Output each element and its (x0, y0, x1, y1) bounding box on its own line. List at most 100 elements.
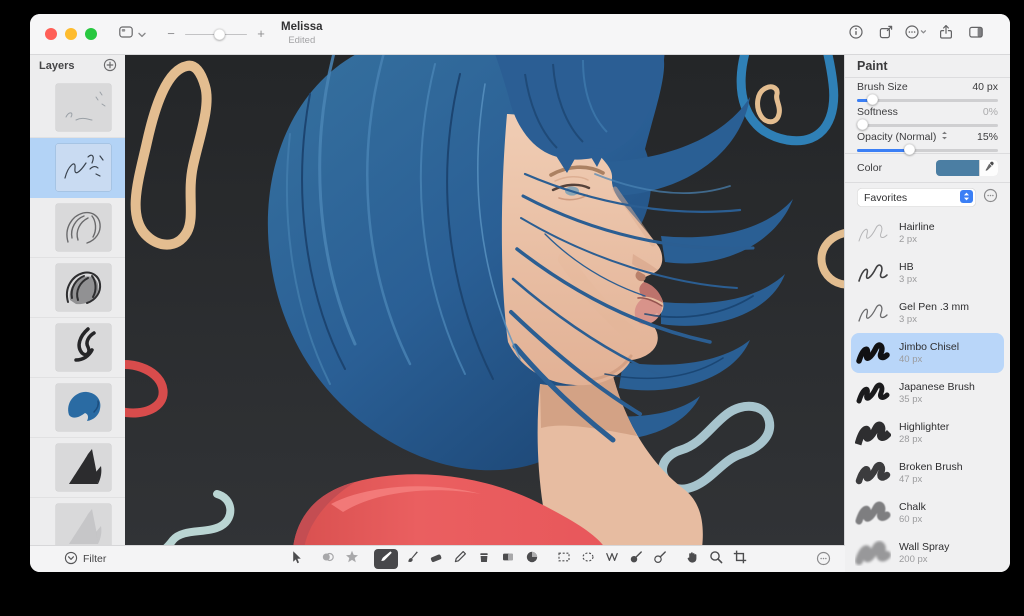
blend-mode-stepper-icon[interactable] (939, 131, 948, 143)
layer-row-5-stroke-swirl[interactable] (30, 318, 125, 378)
slider-track (857, 123, 998, 127)
pencil-tool-button[interactable] (450, 549, 470, 569)
brush-item-gel-pen-3-mm[interactable]: Gel Pen .3 mm 3 px (851, 293, 1004, 333)
control-label: Opacity (Normal) (857, 131, 948, 143)
brush-name: Gel Pen .3 mm (899, 300, 970, 313)
pencil-icon (452, 549, 468, 570)
sidebar-toggle-button[interactable] (967, 26, 984, 43)
more-options-button[interactable] (904, 24, 926, 43)
hand-icon (684, 549, 700, 570)
tool-strip (286, 546, 750, 572)
adjust-icon (320, 549, 336, 570)
select-stepper-icon (960, 189, 973, 206)
add-layer-button[interactable] (103, 58, 117, 75)
brush-list: Hairline 2 px HB 3 px Gel Pen .3 mm 3 px Jimbo… (845, 213, 1010, 572)
zoom-tool-button[interactable] (706, 549, 726, 569)
slider-knob[interactable] (867, 94, 878, 105)
hand-tool-button[interactable] (682, 549, 702, 569)
zoom-slider[interactable] (185, 28, 247, 41)
control-value: 40 px (972, 80, 998, 93)
brush-name: Chalk (899, 500, 926, 513)
fill-icon (476, 549, 492, 570)
brush-text: Wall Spray 200 px (899, 541, 949, 566)
eyedropper-button[interactable] (979, 160, 998, 176)
layer-row-1-sketch-faint[interactable] (30, 78, 125, 138)
close-window-button[interactable] (45, 28, 57, 40)
zoom-slider-knob[interactable] (214, 28, 225, 40)
brush-stroke-preview (855, 538, 891, 568)
brush-options-button[interactable] (982, 188, 998, 206)
fill-tool-button[interactable] (474, 549, 494, 569)
brush-item-broken-brush[interactable]: Broken Brush 47 px (851, 453, 1004, 493)
zoom-control: − + (166, 27, 266, 41)
zoom-in-button[interactable]: + (256, 27, 266, 40)
brush-item-japanese-brush[interactable]: Japanese Brush 35 px (851, 373, 1004, 413)
paint-tool-button[interactable] (374, 549, 398, 569)
select-lasso-icon (604, 549, 620, 570)
layer-row-3-hair-line-art[interactable] (30, 198, 125, 258)
select-ellipse-icon (580, 549, 596, 570)
share-button[interactable] (937, 24, 954, 43)
eraser-icon (428, 549, 444, 570)
fullscreen-window-button[interactable] (85, 28, 97, 40)
opacity-normal-slider[interactable] (857, 144, 998, 155)
layer-row-8-shape-light[interactable] (30, 498, 125, 546)
brush-text: Hairline 2 px (899, 221, 935, 246)
softness-slider[interactable] (857, 119, 998, 130)
paint-icon (378, 549, 394, 570)
retouch-tool-button[interactable] (650, 549, 670, 569)
traffic-lights (45, 28, 97, 40)
retouch-icon (652, 549, 668, 570)
brush-name: Highlighter (899, 420, 950, 433)
brush-stroke-preview (855, 418, 891, 448)
brush-tool-button[interactable] (402, 549, 422, 569)
toolbar-more-button[interactable] (816, 551, 831, 571)
duplicate-button[interactable] (877, 25, 894, 43)
brush-item-wall-spray[interactable]: Wall Spray 200 px (851, 533, 1004, 572)
bottom-toolbar: Filter (30, 545, 845, 572)
brush-item-hb[interactable]: HB 3 px (851, 253, 1004, 293)
brush-stroke-preview (855, 218, 891, 248)
brush-text: Chalk 60 px (899, 501, 926, 526)
view-options-button[interactable] (118, 24, 146, 45)
zoom-out-button[interactable]: − (166, 27, 176, 40)
tool-group (682, 549, 750, 569)
select-ellipse-tool-button[interactable] (578, 549, 598, 569)
clone-tool-button[interactable] (626, 549, 646, 569)
eraser-tool-button[interactable] (426, 549, 446, 569)
layer-row-2-sketch-hair[interactable] (30, 138, 125, 198)
move-tool-button[interactable] (286, 549, 306, 569)
control-value: 15% (976, 130, 998, 143)
gradient-tool-button[interactable] (498, 549, 518, 569)
adjust-tool-button[interactable] (318, 549, 338, 569)
layer-row-4-hair-dark-art[interactable] (30, 258, 125, 318)
brush-item-highlighter[interactable]: Highlighter 28 px (851, 413, 1004, 453)
select-rect-tool-button[interactable] (554, 549, 574, 569)
control-label: Brush Size (857, 80, 908, 93)
artwork-canvas[interactable] (125, 54, 845, 546)
slider-knob[interactable] (857, 119, 868, 130)
color-swatch[interactable] (936, 160, 979, 176)
brush-size-slider[interactable] (857, 94, 998, 105)
slider-knob[interactable] (904, 144, 915, 155)
brush-size: 2 px (899, 233, 917, 245)
smudge-tool-button[interactable] (522, 549, 542, 569)
brush-item-hairline[interactable]: Hairline 2 px (851, 213, 1004, 253)
minimize-window-button[interactable] (65, 28, 77, 40)
brush-text: Broken Brush 47 px (899, 461, 963, 486)
zoom-icon (708, 549, 724, 570)
layer-row-7-shape-dark[interactable] (30, 438, 125, 498)
layer-row-6-hair-fill-blue[interactable] (30, 378, 125, 438)
select-lasso-tool-button[interactable] (602, 549, 622, 569)
canvas-area[interactable] (125, 54, 845, 546)
effects-tool-button[interactable] (342, 549, 362, 569)
crop-tool-button[interactable] (730, 549, 750, 569)
brush-stroke-preview (855, 458, 891, 488)
info-button[interactable] (847, 24, 864, 43)
brush-item-jimbo-chisel[interactable]: Jimbo Chisel 40 px (851, 333, 1004, 373)
brush-size: 47 px (899, 473, 923, 485)
brush-collection-select[interactable]: Favorites (857, 188, 976, 207)
color-well[interactable] (936, 160, 998, 176)
brush-item-chalk[interactable]: Chalk 60 px (851, 493, 1004, 533)
filter-button[interactable]: Filter (64, 551, 106, 568)
